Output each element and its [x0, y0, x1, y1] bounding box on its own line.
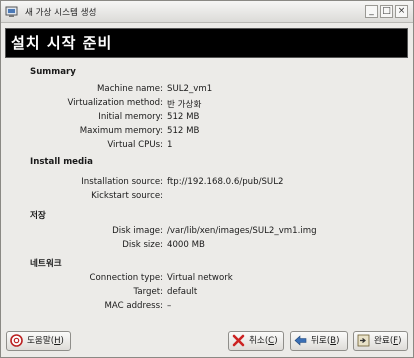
maximum-memory-label: Maximum memory:	[79, 126, 163, 136]
machine-name-label: Machine name:	[97, 84, 163, 94]
disk-image-value: /var/lib/xen/images/SUL2_vm1.img	[167, 226, 317, 236]
machine-name-value: SUL2_vm1	[167, 84, 213, 94]
page-banner: 설치 시작 준비	[5, 28, 408, 58]
initial-memory-label: Initial memory:	[98, 112, 163, 122]
summary-heading: Summary	[30, 67, 76, 77]
install-media-heading: Install media	[30, 157, 93, 167]
target-label: Target:	[133, 287, 163, 297]
installation-source-row: Installation source: ftp://192.168.0.6/p…	[1, 177, 413, 189]
disk-image-label: Disk image:	[112, 226, 163, 236]
banner-title: 설치 시작 준비	[11, 34, 113, 52]
help-button[interactable]: 도움말(H)	[6, 331, 71, 351]
cancel-icon	[232, 334, 245, 347]
minimize-button[interactable]: _	[365, 5, 378, 18]
disk-size-value: 4000 MB	[167, 240, 205, 250]
close-button[interactable]: ×	[395, 5, 408, 18]
cancel-button[interactable]: 취소(C)	[228, 331, 284, 351]
cancel-button-label: 취소(C)	[249, 336, 278, 346]
virtualization-method-row: Virtualization method: 반 가상화	[1, 98, 413, 110]
installation-source-label: Installation source:	[81, 177, 163, 187]
help-button-label: 도움말(H)	[27, 336, 64, 346]
installation-source-value: ftp://192.168.0.6/pub/SUL2	[167, 177, 284, 187]
back-button-label: 뒤로(B)	[311, 336, 340, 346]
kickstart-source-row: Kickstart source:	[1, 191, 413, 203]
finish-button[interactable]: 완료(F)	[353, 331, 408, 351]
virtualization-method-label: Virtualization method:	[67, 98, 163, 108]
virtual-cpus-label: Virtual CPUs:	[107, 140, 163, 150]
connection-type-value: Virtual network	[167, 273, 233, 283]
virtualization-method-value: 반 가상화	[167, 100, 202, 110]
mac-address-label: MAC address:	[104, 301, 163, 311]
finish-icon	[357, 334, 370, 347]
arrow-left-icon	[294, 335, 307, 346]
virtual-cpus-value: 1	[167, 140, 173, 150]
target-row: Target: default	[1, 287, 413, 299]
finish-button-label: 완료(F)	[374, 336, 402, 346]
mac-address-value: –	[167, 301, 172, 311]
mac-address-row: MAC address: –	[1, 301, 413, 313]
window-title: 새 가상 시스템 생성	[25, 8, 97, 18]
title-bar[interactable]: 새 가상 시스템 생성 _ □ ×	[1, 1, 413, 23]
connection-type-row: Connection type: Virtual network	[1, 273, 413, 285]
initial-memory-value: 512 MB	[167, 112, 200, 122]
help-icon	[10, 334, 23, 347]
maximum-memory-row: Maximum memory: 512 MB	[1, 126, 413, 138]
kickstart-source-label: Kickstart source:	[91, 191, 163, 201]
disk-size-label: Disk size:	[122, 240, 163, 250]
app-icon	[5, 6, 18, 17]
target-value: default	[167, 287, 198, 297]
virtual-cpus-row: Virtual CPUs: 1	[1, 140, 413, 152]
back-button[interactable]: 뒤로(B)	[290, 331, 348, 351]
connection-type-label: Connection type:	[89, 273, 163, 283]
storage-heading: 저장	[30, 211, 46, 221]
initial-memory-row: Initial memory: 512 MB	[1, 112, 413, 124]
disk-size-row: Disk size: 4000 MB	[1, 240, 413, 252]
maximum-memory-value: 512 MB	[167, 126, 200, 136]
maximize-button[interactable]: □	[380, 5, 393, 18]
dialog-window: 새 가상 시스템 생성 _ □ × 설치 시작 준비 Summary Machi…	[0, 0, 414, 358]
network-heading: 네트워크	[30, 259, 62, 269]
machine-name-row: Machine name: SUL2_vm1	[1, 84, 413, 96]
disk-image-row: Disk image: /var/lib/xen/images/SUL2_vm1…	[1, 226, 413, 238]
